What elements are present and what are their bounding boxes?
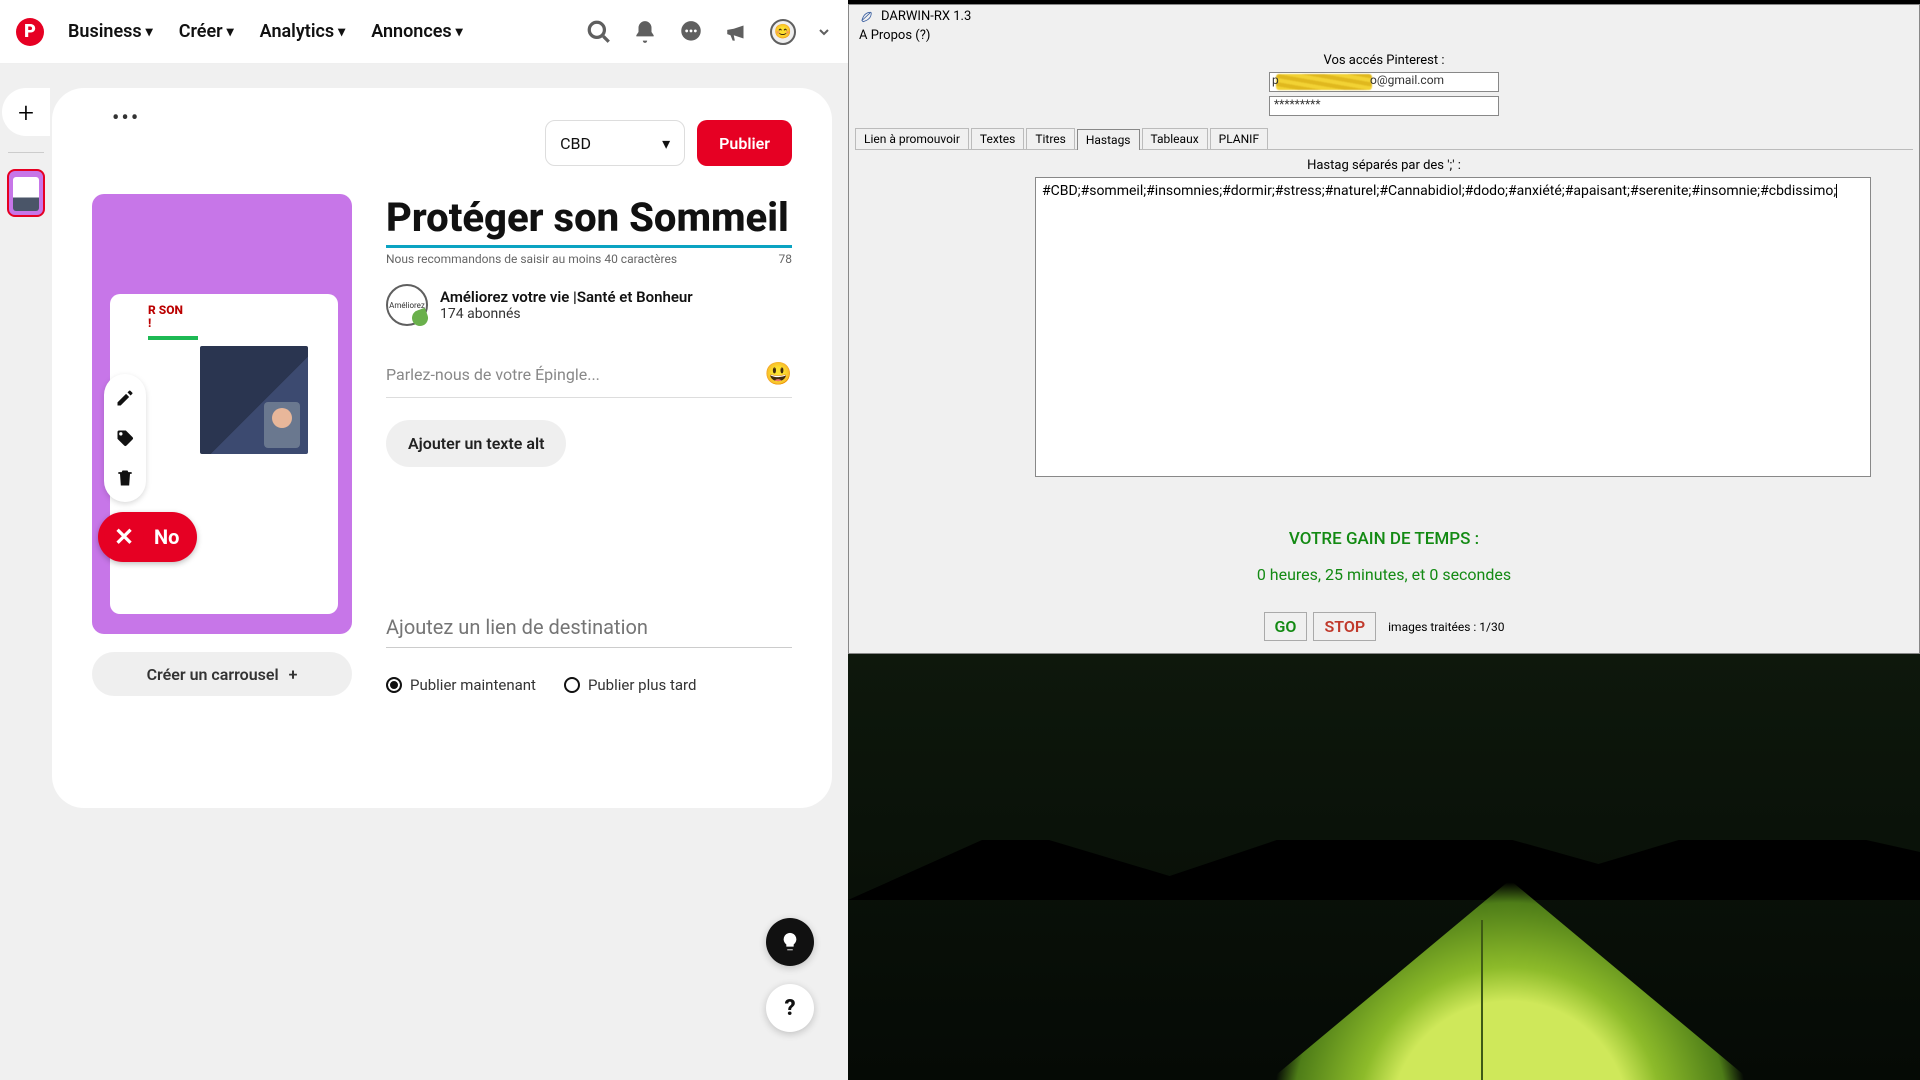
emoji-picker-icon[interactable]: 😃 <box>765 362 792 387</box>
tab-bar: Lien à promouvoirTextesTitresHastagsTabl… <box>855 128 1913 149</box>
menu-about[interactable]: A Propos (?) <box>849 28 1919 49</box>
destination-link-input[interactable] <box>386 607 792 648</box>
top-nav: Business▾ Créer▾ Analytics▾ Annonces▾ <box>68 21 463 42</box>
plus-icon: + <box>289 665 298 684</box>
go-button[interactable]: GO <box>1264 612 1308 641</box>
tab-planif[interactable]: PLANIF <box>1210 128 1268 149</box>
publish-now-radio[interactable]: Publier maintenant <box>386 676 536 694</box>
close-icon: ✕ <box>104 517 144 557</box>
preview-title: R SON ! <box>148 304 328 330</box>
tab-hastags[interactable]: Hastags <box>1077 129 1140 150</box>
pinterest-topbar: P Business▾ Créer▾ Analytics▾ Annonces▾ … <box>0 0 848 64</box>
hashtag-textarea[interactable]: #CBD;#sommeil;#insomnies;#dormir;#stress… <box>1035 177 1871 477</box>
gain-label: VOTRE GAIN DE TEMPS : <box>849 529 1919 549</box>
publish-button[interactable]: Publier <box>697 120 792 166</box>
images-processed: images traitées : 1/30 <box>1388 620 1504 634</box>
help-fab[interactable]: ? <box>766 984 814 1032</box>
access-label: Vos accés Pinterest : <box>849 53 1919 68</box>
pin-editor-card: ••• CBD ▾ Publier R SON ! <box>52 88 832 808</box>
pin-title-input[interactable] <box>386 194 792 248</box>
chevron-down-icon: ▾ <box>456 24 463 40</box>
title-char-count: 78 <box>779 252 793 266</box>
profile-name: Améliorez votre vie |Santé et Bonheur <box>440 288 693 306</box>
radio-checked-icon <box>386 677 402 693</box>
preview-image <box>200 346 308 454</box>
ideas-fab[interactable] <box>766 918 814 966</box>
megaphone-icon[interactable] <box>724 19 750 45</box>
pin-thumbnail[interactable] <box>7 169 45 217</box>
trash-icon[interactable] <box>115 468 135 488</box>
stop-button[interactable]: STOP <box>1313 612 1376 641</box>
tag-icon[interactable] <box>115 428 135 448</box>
description-input[interactable]: Parlez-nous de votre Épingle... <box>386 365 600 384</box>
no-badge[interactable]: ✕ No <box>98 512 197 562</box>
hashtag-label: Hastag séparés par des ';' : <box>849 158 1919 173</box>
chevron-down-icon: ▾ <box>338 24 345 40</box>
email-field[interactable]: p o@gmail.com <box>1269 72 1499 92</box>
avatar[interactable]: 😊 <box>770 19 796 45</box>
password-field[interactable]: ********* <box>1269 96 1499 116</box>
profile-avatar[interactable]: Améliorez <box>386 284 428 326</box>
profile-followers: 174 abonnés <box>440 306 693 322</box>
board-selected-label: CBD <box>560 134 591 153</box>
tab-titres[interactable]: Titres <box>1026 128 1075 149</box>
nav-analytics[interactable]: Analytics▾ <box>260 21 346 42</box>
window-title: DARWIN-RX 1.3 <box>881 9 971 24</box>
gain-value: 0 heures, 25 minutes, et 0 secondes <box>849 565 1919 584</box>
preview-tools <box>104 374 146 502</box>
chevron-down-icon[interactable] <box>816 19 832 45</box>
add-alt-text-button[interactable]: Ajouter un texte alt <box>386 420 566 467</box>
tab-textes[interactable]: Textes <box>971 128 1024 149</box>
chevron-down-icon: ▾ <box>227 24 234 40</box>
app-icon <box>859 10 873 24</box>
left-rail: + <box>0 88 52 217</box>
radio-unchecked-icon <box>564 677 580 693</box>
nav-business[interactable]: Business▾ <box>68 21 153 42</box>
board-select[interactable]: CBD ▾ <box>545 120 685 166</box>
chevron-down-icon: ▾ <box>146 24 153 40</box>
more-menu-icon[interactable]: ••• <box>112 106 140 131</box>
search-icon[interactable] <box>586 19 612 45</box>
window-titlebar: DARWIN-RX 1.3 <box>849 5 1919 28</box>
tab-lien-promouvoir[interactable]: Lien à promouvoir <box>855 128 969 149</box>
pinterest-logo-icon[interactable]: P <box>16 18 44 46</box>
bell-icon[interactable] <box>632 19 658 45</box>
no-label: No <box>154 525 179 549</box>
preview-accent <box>148 336 198 340</box>
title-hint: Nous recommandons de saisir au moins 40 … <box>386 252 677 266</box>
profile-row: Améliorez Améliorez votre vie |Santé et … <box>386 284 792 326</box>
edit-icon[interactable] <box>115 388 135 408</box>
nav-ads[interactable]: Annonces▾ <box>371 21 463 42</box>
nav-create[interactable]: Créer▾ <box>179 21 234 42</box>
chevron-down-icon: ▾ <box>662 134 670 153</box>
add-pin-button[interactable]: + <box>2 88 50 136</box>
darwin-window: DARWIN-RX 1.3 A Propos (?) Vos accés Pin… <box>848 4 1920 654</box>
message-icon[interactable] <box>678 19 704 45</box>
create-carousel-button[interactable]: Créer un carrousel+ <box>92 652 352 696</box>
divider <box>8 152 44 153</box>
tab-tableaux[interactable]: Tableaux <box>1142 128 1208 149</box>
publish-later-radio[interactable]: Publier plus tard <box>564 676 696 694</box>
redaction <box>1276 74 1372 90</box>
